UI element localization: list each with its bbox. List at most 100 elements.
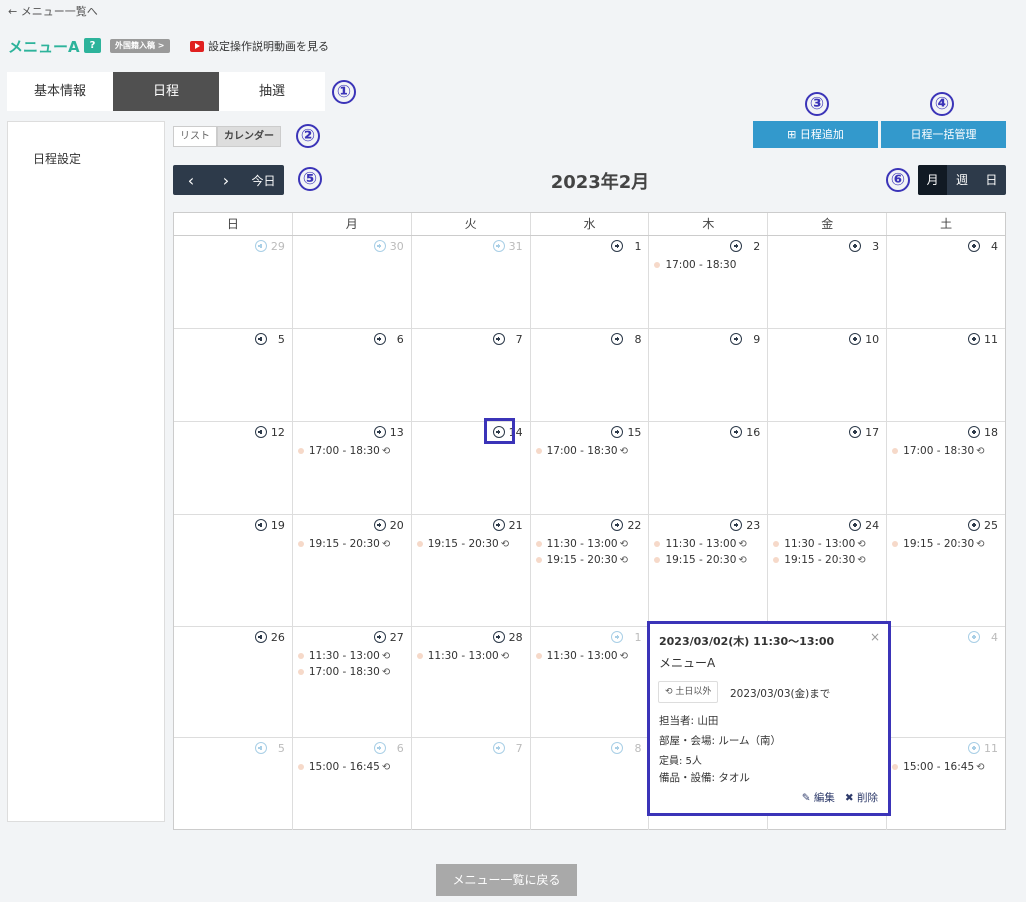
add-event-icon[interactable] [373, 631, 386, 643]
calendar-day-cell[interactable]: 16 [649, 422, 769, 514]
calendar-day-cell[interactable]: 15 17:00 - 18:30 ⟲ [531, 422, 650, 514]
calendar-day-cell[interactable]: 12 [174, 422, 293, 514]
today-button[interactable]: 今日 [243, 172, 284, 189]
calendar-event[interactable]: 11:30 - 13:00 ⟲ [535, 536, 645, 552]
calendar-view-button[interactable]: カレンダー [217, 126, 281, 147]
add-event-icon[interactable] [968, 519, 981, 531]
calendar-day-cell[interactable]: 27 11:30 - 13:00 ⟲ 17:00 - 18:30 ⟲ [293, 627, 412, 737]
add-event-icon[interactable] [968, 742, 981, 754]
calendar-event[interactable]: 19:15 - 20:30 ⟲ [773, 552, 882, 568]
calendar-day-cell[interactable]: 10 [768, 329, 888, 421]
add-event-icon[interactable] [730, 426, 743, 438]
prev-month-button[interactable]: ‹ [173, 171, 209, 190]
calendar-day-cell[interactable]: 6 [293, 329, 412, 421]
calendar-event[interactable]: 11:30 - 13:00 ⟲ [654, 536, 763, 552]
add-event-icon[interactable] [611, 240, 624, 252]
calendar-event[interactable]: 19:15 - 20:30 ⟲ [297, 536, 407, 552]
calendar-event[interactable]: 17:00 - 18:30 ⟲ [297, 443, 407, 459]
add-event-icon[interactable] [611, 333, 624, 345]
calendar-event[interactable]: 15:00 - 16:45 ⟲ [297, 759, 407, 775]
calendar-day-cell[interactable]: 6 15:00 - 16:45 ⟲ [293, 738, 412, 830]
add-schedule-button[interactable]: ⊞ 日程追加 [753, 121, 878, 148]
back-link[interactable]: ← メニュー一覧へ [8, 3, 98, 19]
calendar-event[interactable]: 11:30 - 13:00 ⟲ [773, 536, 882, 552]
add-event-icon[interactable] [968, 333, 981, 345]
calendar-day-cell[interactable]: 26 [174, 627, 293, 737]
calendar-day-cell[interactable]: 4 [887, 627, 1005, 737]
calendar-event[interactable]: 17:00 - 18:30 ⟲ [297, 664, 407, 680]
calendar-day-cell[interactable]: 19 [174, 515, 293, 626]
video-link[interactable]: 設定操作説明動画を見る [190, 38, 329, 54]
help-icon[interactable]: ? [84, 38, 101, 53]
add-event-icon[interactable] [373, 742, 386, 754]
add-event-icon[interactable] [849, 333, 862, 345]
add-event-icon[interactable] [968, 240, 981, 252]
calendar-day-cell[interactable]: 7 [412, 329, 531, 421]
calendar-day-cell[interactable]: 9 [649, 329, 769, 421]
add-event-icon[interactable] [730, 519, 743, 531]
add-event-icon[interactable] [373, 519, 386, 531]
list-view-button[interactable]: リスト [173, 126, 217, 147]
calendar-day-cell[interactable]: 3 [768, 236, 888, 328]
add-event-icon[interactable] [730, 240, 743, 252]
add-event-icon[interactable] [254, 240, 267, 252]
return-to-menu-list-button[interactable]: メニュー一覧に戻る [436, 864, 577, 896]
calendar-day-cell[interactable]: 8 [531, 329, 650, 421]
add-event-icon[interactable] [611, 426, 624, 438]
calendar-event[interactable]: 15:00 - 16:45 ⟲ [892, 759, 1001, 775]
month-view-button[interactable]: 月 [918, 165, 948, 195]
calendar-day-cell[interactable]: 2 17:00 - 18:30 [649, 236, 769, 328]
calendar-event[interactable]: 17:00 - 18:30 ⟲ [535, 443, 645, 459]
add-event-icon[interactable] [373, 240, 386, 252]
add-event-icon[interactable] [254, 742, 267, 754]
add-event-icon[interactable] [492, 631, 505, 643]
add-event-icon[interactable] [373, 333, 386, 345]
add-event-icon[interactable] [254, 519, 267, 531]
add-event-icon[interactable] [373, 426, 386, 438]
tab-lottery[interactable]: 抽選 [219, 72, 325, 111]
edit-button[interactable]: ✎ 編集 [802, 790, 835, 805]
close-icon[interactable]: × [870, 630, 880, 644]
next-month-button[interactable]: › [209, 171, 243, 190]
calendar-day-cell[interactable]: 21 19:15 - 20:30 ⟲ [412, 515, 531, 626]
add-event-icon[interactable] [254, 631, 267, 643]
add-event-icon[interactable] [968, 631, 981, 643]
calendar-day-cell[interactable]: 4 [887, 236, 1005, 328]
add-event-icon[interactable] [730, 333, 743, 345]
add-event-icon[interactable] [849, 519, 862, 531]
calendar-day-cell[interactable]: 7 [412, 738, 531, 830]
calendar-day-cell[interactable]: 17 [768, 422, 888, 514]
calendar-event[interactable]: 11:30 - 13:00 ⟲ [535, 648, 645, 664]
add-event-icon[interactable] [849, 426, 862, 438]
calendar-event[interactable]: 17:00 - 18:30 [654, 257, 763, 273]
calendar-day-cell[interactable]: 23 11:30 - 13:00 ⟲ 19:15 - 20:30 ⟲ [649, 515, 769, 626]
day-view-button[interactable]: 日 [977, 165, 1006, 195]
calendar-day-cell[interactable]: 11 [887, 329, 1005, 421]
add-event-icon[interactable] [492, 333, 505, 345]
calendar-day-cell[interactable]: 31 [412, 236, 531, 328]
calendar-event[interactable]: 19:15 - 20:30 ⟲ [654, 552, 763, 568]
calendar-day-cell[interactable]: 11 15:00 - 16:45 ⟲ [887, 738, 1005, 830]
calendar-day-cell[interactable]: 29 [174, 236, 293, 328]
calendar-day-cell[interactable]: 1 [531, 236, 650, 328]
calendar-event[interactable]: 19:15 - 20:30 ⟲ [416, 536, 526, 552]
sidebar-item-schedule-settings[interactable]: 日程設定 [33, 150, 81, 167]
add-event-icon[interactable] [849, 240, 862, 252]
add-event-icon[interactable] [611, 742, 624, 754]
calendar-event[interactable]: 19:15 - 20:30 ⟲ [535, 552, 645, 568]
calendar-event[interactable]: 11:30 - 13:00 ⟲ [416, 648, 526, 664]
tab-schedule[interactable]: 日程 [113, 72, 219, 111]
calendar-day-cell[interactable]: 1 11:30 - 13:00 ⟲ [531, 627, 650, 737]
add-event-icon[interactable] [492, 519, 505, 531]
calendar-day-cell[interactable]: 18 17:00 - 18:30 ⟲ [887, 422, 1005, 514]
bulk-manage-button[interactable]: 日程一括管理 [881, 121, 1006, 148]
calendar-event[interactable]: 19:15 - 20:30 ⟲ [892, 536, 1001, 552]
foreign-tag-badge[interactable]: 外国籍入稿 > [110, 39, 170, 53]
add-event-icon[interactable] [611, 631, 624, 643]
delete-button[interactable]: ✖ 削除 [845, 790, 878, 805]
add-event-icon[interactable] [968, 426, 981, 438]
add-event-icon[interactable] [492, 742, 505, 754]
tab-basic-info[interactable]: 基本情報 [7, 72, 113, 111]
calendar-day-cell[interactable]: 28 11:30 - 13:00 ⟲ [412, 627, 531, 737]
calendar-day-cell[interactable]: 5 [174, 329, 293, 421]
